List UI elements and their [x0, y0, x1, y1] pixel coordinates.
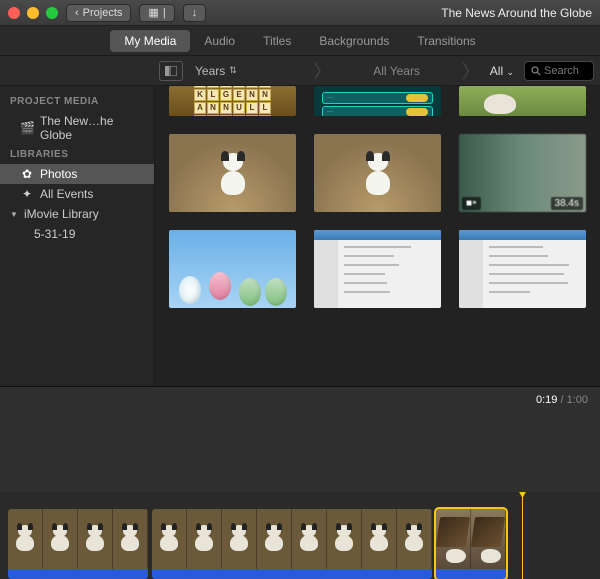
video-icon: ■⁍	[462, 197, 481, 210]
disclosure-triangle-icon: ▼	[10, 210, 18, 219]
timeline-empty-track[interactable]	[0, 412, 600, 492]
sidebar-item-label: 5-31-19	[34, 227, 75, 241]
sidebar-item-5-31-19[interactable]: 5-31-19	[0, 224, 154, 244]
scope-dropdown[interactable]: Years ⇅	[183, 64, 313, 78]
back-button[interactable]: ‹ Projects	[66, 4, 131, 22]
import-button[interactable]: ↓	[183, 4, 207, 22]
media-thumbnail[interactable]	[314, 230, 441, 308]
divider-icon: |	[163, 7, 166, 19]
sidebar-item-photos[interactable]: ✿ Photos	[0, 164, 154, 184]
timeline[interactable]	[0, 492, 600, 579]
current-time: 0:19	[536, 394, 557, 406]
zoom-icon[interactable]	[46, 7, 58, 19]
download-arrow-icon: ↓	[192, 7, 198, 19]
tab-audio[interactable]: Audio	[190, 30, 249, 52]
sidebar-header: PROJECT MEDIA	[0, 92, 154, 111]
tab-titles[interactable]: Titles	[249, 30, 305, 52]
media-thumbnail[interactable]	[169, 230, 296, 308]
media-thumbnail[interactable]: ■⁍ 38.4s	[459, 134, 586, 212]
timeline-clip[interactable]	[8, 509, 148, 579]
sidebar-item-imovie-library[interactable]: ▼ iMovie Library	[0, 204, 154, 224]
window-controls	[8, 7, 58, 19]
sidebar: PROJECT MEDIA🎬The New…he GlobeLIBRARIES✿…	[0, 86, 155, 386]
window-title: The News Around the Globe	[441, 6, 592, 20]
sidebar-header: LIBRARIES	[0, 145, 154, 164]
range-dropdown[interactable]: All Years	[331, 64, 461, 78]
audio-track[interactable]	[152, 569, 432, 579]
playhead[interactable]	[522, 492, 523, 579]
media-thumbnail[interactable]	[169, 134, 296, 212]
tab-my-media[interactable]: My Media	[110, 30, 190, 52]
filter-all-dropdown[interactable]: All ⌄	[480, 64, 524, 78]
timeline-clip[interactable]	[436, 509, 506, 579]
chevron-down-icon: ⌄	[506, 67, 514, 77]
chevron-left-icon: ‹	[75, 7, 79, 19]
media-thumbnail[interactable]: ············	[314, 86, 441, 116]
sidebar-item-label: Photos	[40, 167, 77, 181]
breadcrumb-separator-icon: 〉	[313, 58, 331, 84]
media-tabs: My MediaAudioTitlesBackgroundsTransition…	[0, 26, 600, 56]
sort-icon: ⇅	[229, 65, 237, 76]
view-toggle-button[interactable]: ▦ |	[139, 4, 174, 22]
back-label: Projects	[83, 7, 123, 19]
sidebar-item-the-new-he-globe[interactable]: 🎬 The New…he Globe	[0, 111, 154, 145]
timeline-clip[interactable]	[152, 509, 432, 579]
sidebar-toggle-button[interactable]	[159, 61, 183, 81]
scope-label: Years	[195, 64, 225, 78]
search-icon	[531, 66, 541, 76]
main-area: PROJECT MEDIA🎬The New…he GlobeLIBRARIES✿…	[0, 86, 600, 386]
media-thumbnail[interactable]	[459, 86, 586, 116]
media-thumbnail[interactable]	[459, 230, 586, 308]
media-grid: ERAORAKLGENNANNULLOINNEE ············ ■⁍ 38…	[155, 86, 600, 386]
sidebar-item-label: The New…he Globe	[40, 114, 144, 142]
tab-transitions[interactable]: Transitions	[403, 30, 489, 52]
sidebar-item-label: All Events	[40, 187, 93, 201]
titlebar: ‹ Projects ▦ | ↓ The News Around the Glo…	[0, 0, 600, 26]
audio-track[interactable]	[436, 569, 506, 579]
tab-backgrounds[interactable]: Backgrounds	[305, 30, 403, 52]
breadcrumb-separator-icon: 〉	[462, 58, 480, 84]
minimize-icon[interactable]	[27, 7, 39, 19]
sidebar-item-label: iMovie Library	[24, 207, 99, 221]
grid-icon: ▦	[148, 6, 158, 19]
sidebar-item-all-events[interactable]: ✦ All Events	[0, 184, 154, 204]
duration-badge: 38.4s	[551, 197, 583, 210]
filter-all-label: All	[490, 64, 503, 78]
range-label: All Years	[373, 64, 420, 78]
filter-bar: Years ⇅ 〉 All Years 〉 All ⌄ Search	[0, 56, 600, 86]
timeline-timecode: 0:19 / 1:00	[0, 386, 600, 412]
media-thumbnail[interactable]: ERAORAKLGENNANNULLOINNEE	[169, 86, 296, 116]
total-time: / 1:00	[557, 394, 588, 406]
search-placeholder: Search	[544, 65, 579, 77]
media-thumbnail[interactable]	[314, 134, 441, 212]
audio-track[interactable]	[8, 569, 148, 579]
flower-icon: ✿	[20, 167, 34, 181]
clapper-icon: 🎬	[20, 121, 34, 135]
search-input[interactable]: Search	[524, 61, 594, 81]
star-icon: ✦	[20, 187, 34, 201]
close-icon[interactable]	[8, 7, 20, 19]
